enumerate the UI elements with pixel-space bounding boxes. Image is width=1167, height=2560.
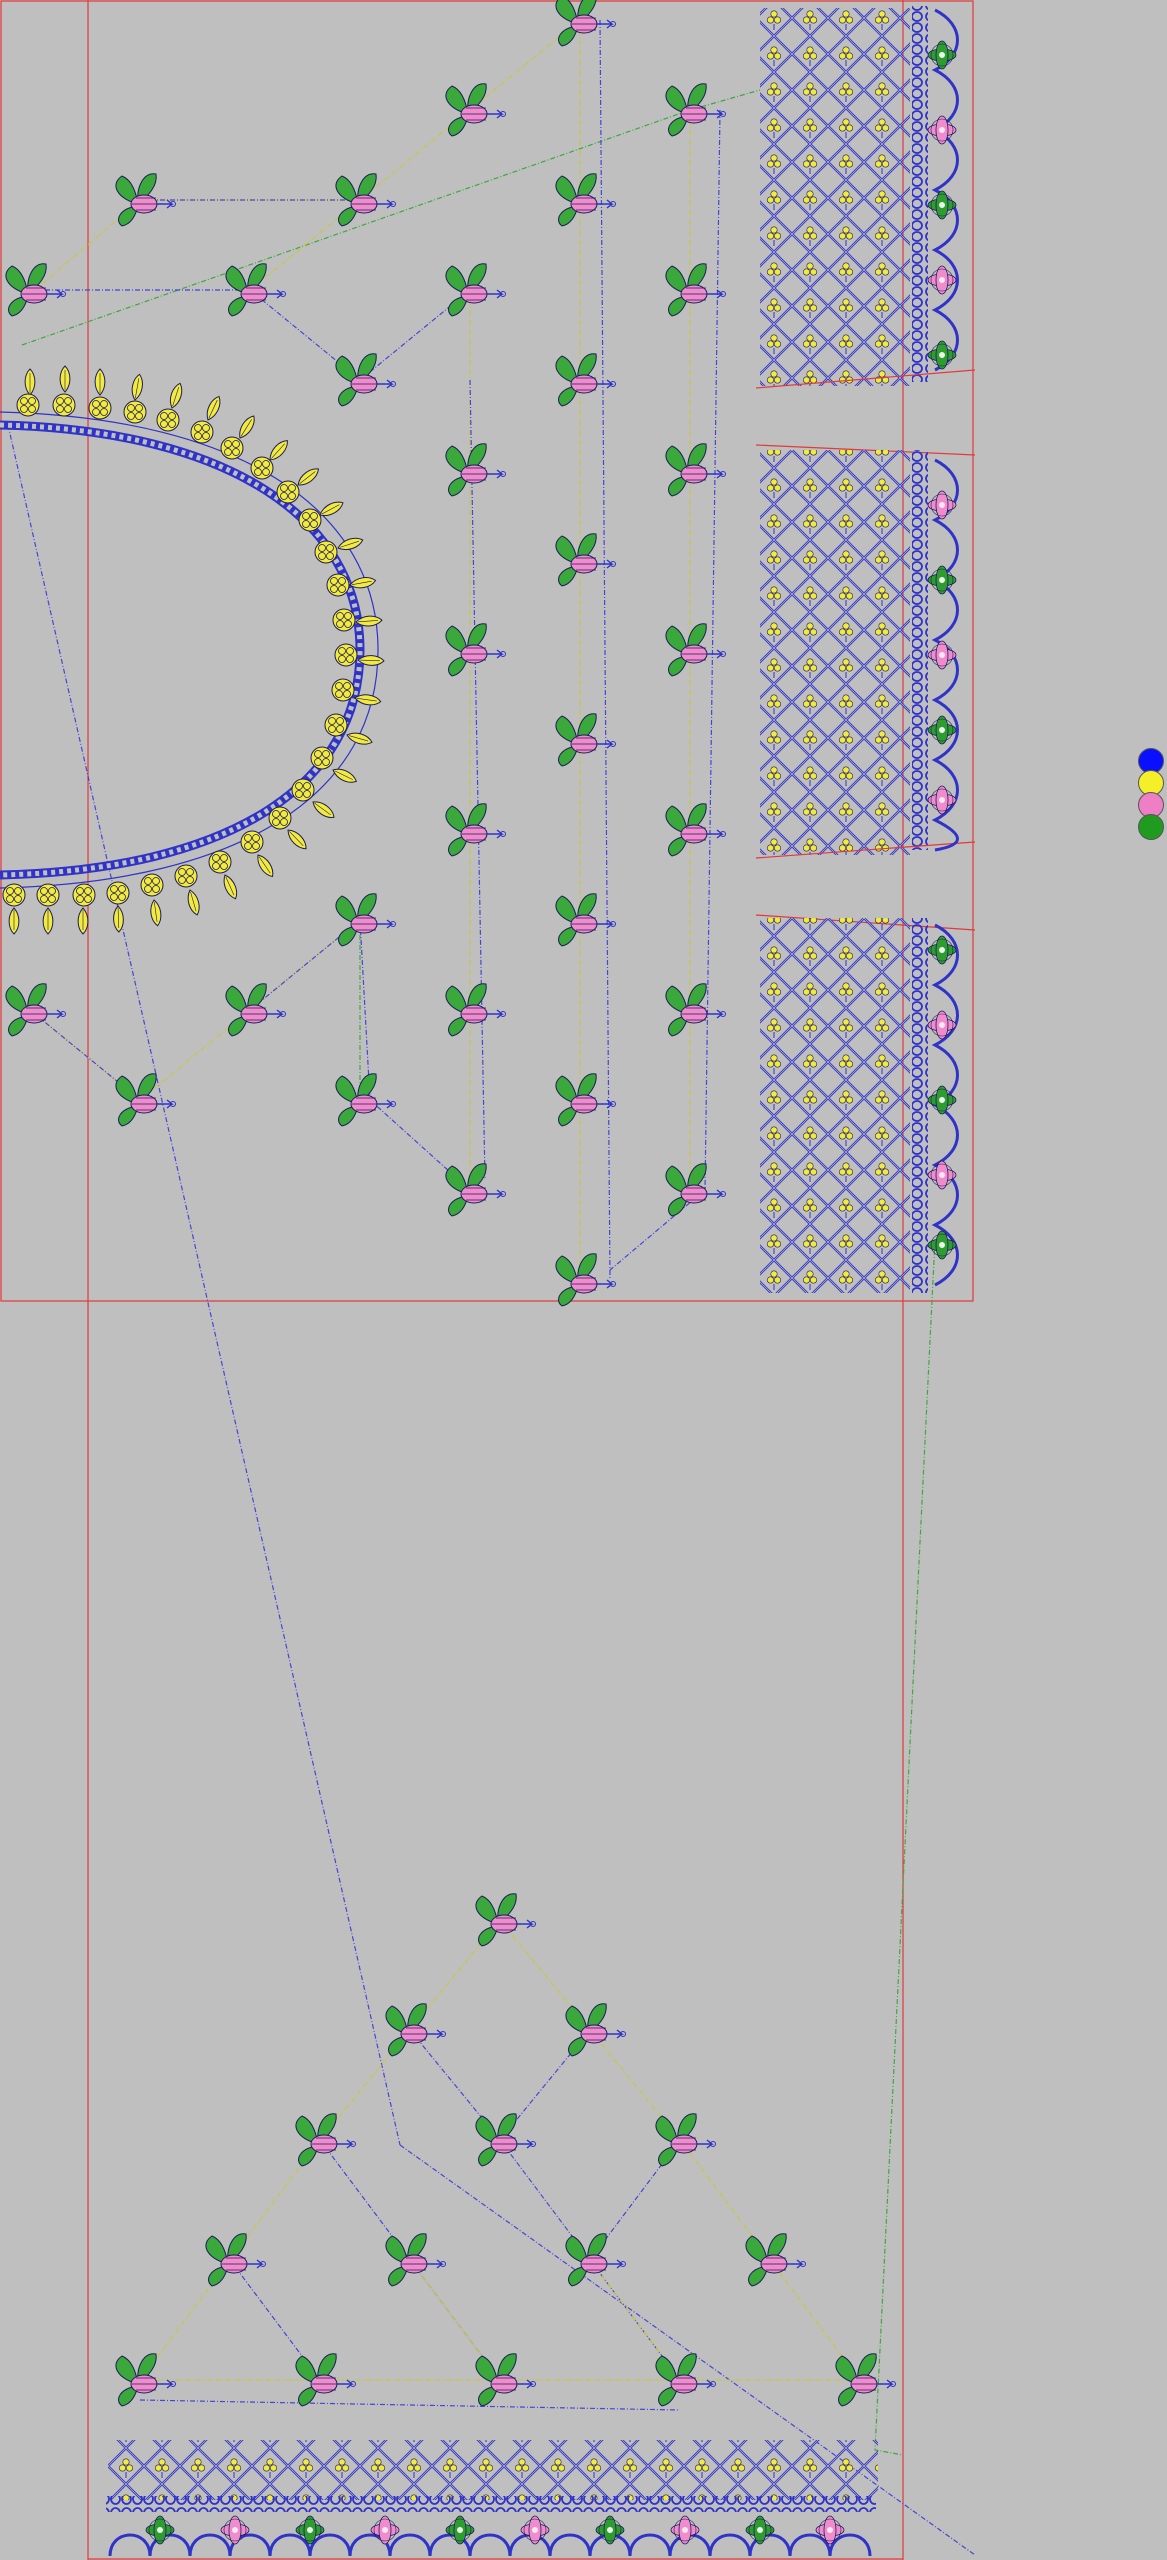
scallop-edge-right	[927, 8, 959, 1287]
hem-border	[106, 2440, 878, 2557]
neckline-motif	[0, 365, 385, 935]
embroidery-canvas[interactable]	[0, 0, 1167, 2560]
thread-color-palette	[1135, 748, 1165, 840]
upper-bud-motifs	[5, 0, 727, 1307]
thread-swatch-green[interactable]	[1138, 814, 1164, 840]
lower-bud-triangle	[115, 1893, 897, 2407]
